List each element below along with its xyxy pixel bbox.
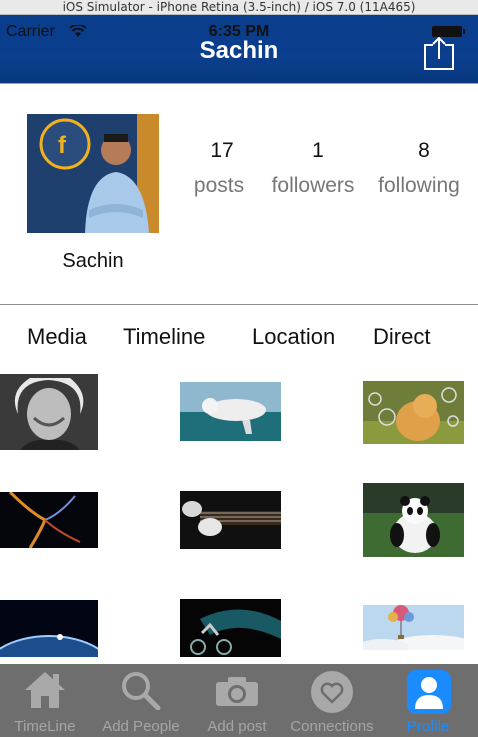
simulator-window-title: iOS Simulator - iPhone Retina (3.5-inch)… xyxy=(0,0,478,15)
tabbar-label-add-post: Add post xyxy=(207,718,267,735)
tab-location[interactable]: Location xyxy=(252,324,335,350)
svg-text:f: f xyxy=(58,132,67,159)
tabbar-label-add-people: Add People xyxy=(102,718,180,735)
navigation-bar: Carrier 6:35 PM Sachin xyxy=(0,15,478,83)
camera-icon xyxy=(216,677,258,706)
media-thumb-earth[interactable] xyxy=(0,600,98,657)
profile-name: Sachin xyxy=(62,250,124,272)
heart-icon xyxy=(311,671,353,713)
nav-title: Sachin xyxy=(199,37,279,64)
battery-icon xyxy=(432,26,465,37)
tabbar-item-add-people[interactable]: Add People xyxy=(94,664,188,737)
followers-count: 1 xyxy=(312,139,324,162)
media-thumb-abstract[interactable] xyxy=(0,492,98,548)
tabbar-label-profile: Profile xyxy=(406,718,450,735)
tab-timeline[interactable]: Timeline xyxy=(123,324,205,350)
home-icon xyxy=(25,672,65,708)
tabbar-item-add-post[interactable]: Add post xyxy=(192,664,282,737)
tabbar-item-profile[interactable]: Profile xyxy=(382,664,474,737)
tabbar-label-connections: Connections xyxy=(290,718,374,735)
search-icon xyxy=(122,672,161,710)
profile-divider xyxy=(0,304,478,305)
following-label: following xyxy=(378,174,460,197)
media-thumb-portrait[interactable] xyxy=(0,374,98,450)
share-icon[interactable] xyxy=(423,37,455,71)
person-icon xyxy=(407,670,451,714)
media-thumb-polar-bear[interactable] xyxy=(180,382,281,441)
tabbar-label-timeline: TimeLine xyxy=(14,718,76,735)
media-thumb-balloon[interactable] xyxy=(363,605,464,650)
header-separator xyxy=(0,83,478,84)
avatar[interactable]: f xyxy=(27,114,159,233)
media-thumb-cyclist[interactable] xyxy=(180,599,281,657)
media-thumb-dog-bubbles[interactable] xyxy=(363,381,464,444)
media-thumb-guitar[interactable] xyxy=(180,491,281,549)
tab-bar: TimeLine Add People Add post Connections… xyxy=(0,664,478,737)
following-count: 8 xyxy=(418,139,430,162)
followers-label: followers xyxy=(271,174,355,197)
tabbar-item-timeline[interactable]: TimeLine xyxy=(0,664,90,737)
media-thumb-panda[interactable] xyxy=(363,483,464,557)
tab-direct[interactable]: Direct xyxy=(373,324,430,350)
tab-media[interactable]: Media xyxy=(27,324,87,350)
tabbar-item-connections[interactable]: Connections xyxy=(286,664,378,737)
status-bar: Carrier 6:35 PM xyxy=(0,15,478,40)
posts-count: 17 xyxy=(210,139,234,162)
